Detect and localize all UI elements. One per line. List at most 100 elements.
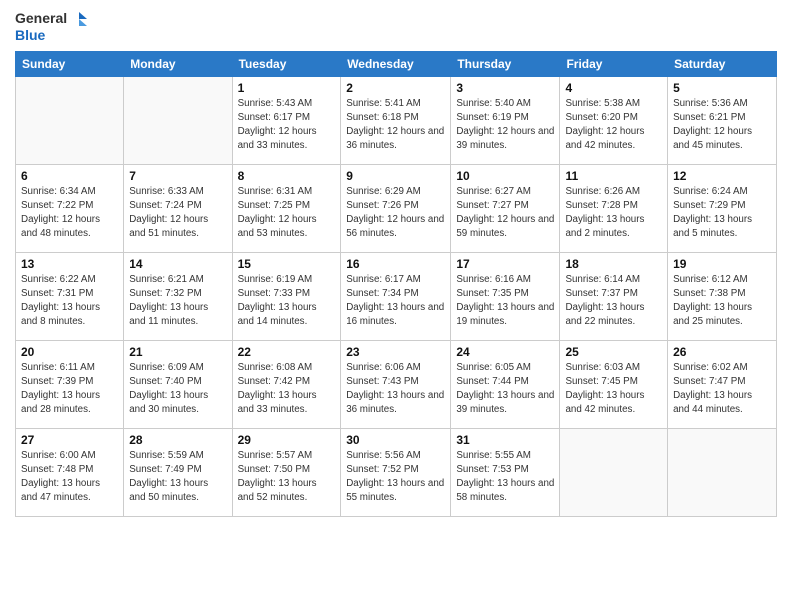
logo: General Blue	[15, 10, 87, 43]
day-cell: 8 Sunrise: 6:31 AMSunset: 7:25 PMDaylight…	[232, 165, 341, 253]
day-info: Sunrise: 6:02 AMSunset: 7:47 PMDaylight:…	[673, 361, 771, 416]
day-cell: 17Sunrise: 6:16 AMSunset: 7:35 PMDayligh…	[451, 253, 560, 341]
week-row-2: 6 Sunrise: 6:34 AMSunset: 7:22 PMDaylight…	[16, 165, 777, 253]
week-row-5: 27 Sunrise: 6:00 AMSunset: 7:48 PMDayligh…	[16, 429, 777, 517]
day-cell: 30 Sunrise: 5:56 AMSunset: 7:52 PMDayligh…	[341, 429, 451, 517]
day-number: 29	[238, 433, 336, 447]
day-info: Sunrise: 6:14 AMSunset: 7:37 PMDaylight:…	[565, 273, 662, 328]
day-cell: 9 Sunrise: 6:29 AMSunset: 7:26 PMDaylight…	[341, 165, 451, 253]
day-number: 14	[129, 257, 226, 271]
day-info: Sunrise: 6:29 AMSunset: 7:26 PMDaylight:…	[346, 185, 445, 240]
col-header-wednesday: Wednesday	[341, 52, 451, 77]
day-info: Sunrise: 6:03 AMSunset: 7:45 PMDaylight:…	[565, 361, 662, 416]
day-info: Sunrise: 6:17 AMSunset: 7:34 PMDaylight:…	[346, 273, 445, 328]
day-info: Sunrise: 6:26 AMSunset: 7:28 PMDaylight:…	[565, 185, 662, 240]
day-number: 9	[346, 169, 445, 183]
day-info: Sunrise: 5:36 AMSunset: 6:21 PMDaylight:…	[673, 97, 771, 152]
day-cell: 15Sunrise: 6:19 AMSunset: 7:33 PMDayligh…	[232, 253, 341, 341]
day-cell: 24 Sunrise: 6:05 AMSunset: 7:44 PMDayligh…	[451, 341, 560, 429]
week-row-1: 1Sunrise: 5:43 AMSunset: 6:17 PMDaylight…	[16, 77, 777, 165]
day-info: Sunrise: 6:09 AMSunset: 7:40 PMDaylight:…	[129, 361, 226, 416]
col-header-sunday: Sunday	[16, 52, 124, 77]
day-number: 15	[238, 257, 336, 271]
day-info: Sunrise: 6:11 AMSunset: 7:39 PMDaylight:…	[21, 361, 118, 416]
day-info: Sunrise: 6:08 AMSunset: 7:42 PMDaylight:…	[238, 361, 336, 416]
day-cell: 23Sunrise: 6:06 AMSunset: 7:43 PMDayligh…	[341, 341, 451, 429]
day-info: Sunrise: 6:34 AMSunset: 7:22 PMDaylight:…	[21, 185, 118, 240]
header-row: SundayMondayTuesdayWednesdayThursdayFrid…	[16, 52, 777, 77]
day-number: 17	[456, 257, 554, 271]
day-info: Sunrise: 5:57 AMSunset: 7:50 PMDaylight:…	[238, 449, 336, 504]
day-number: 1	[238, 81, 336, 95]
day-cell: 26 Sunrise: 6:02 AMSunset: 7:47 PMDayligh…	[668, 341, 777, 429]
col-header-friday: Friday	[560, 52, 668, 77]
calendar-body: 1Sunrise: 5:43 AMSunset: 6:17 PMDaylight…	[16, 77, 777, 517]
logo-text-block: General Blue	[15, 10, 87, 43]
day-number: 30	[346, 433, 445, 447]
day-number: 31	[456, 433, 554, 447]
col-header-thursday: Thursday	[451, 52, 560, 77]
day-cell: 16Sunrise: 6:17 AMSunset: 7:34 PMDayligh…	[341, 253, 451, 341]
day-number: 18	[565, 257, 662, 271]
day-number: 5	[673, 81, 771, 95]
day-info: Sunrise: 5:41 AMSunset: 6:18 PMDaylight:…	[346, 97, 445, 152]
day-number: 6	[21, 169, 118, 183]
day-cell	[16, 77, 124, 165]
day-cell: 1Sunrise: 5:43 AMSunset: 6:17 PMDaylight…	[232, 77, 341, 165]
day-number: 24	[456, 345, 554, 359]
day-number: 27	[21, 433, 118, 447]
day-number: 8	[238, 169, 336, 183]
day-cell: 4 Sunrise: 5:38 AMSunset: 6:20 PMDaylight…	[560, 77, 668, 165]
day-info: Sunrise: 5:59 AMSunset: 7:49 PMDaylight:…	[129, 449, 226, 504]
day-cell: 27 Sunrise: 6:00 AMSunset: 7:48 PMDayligh…	[16, 429, 124, 517]
day-number: 7	[129, 169, 226, 183]
day-number: 21	[129, 345, 226, 359]
day-cell: 29 Sunrise: 5:57 AMSunset: 7:50 PMDayligh…	[232, 429, 341, 517]
day-number: 11	[565, 169, 662, 183]
day-info: Sunrise: 6:24 AMSunset: 7:29 PMDaylight:…	[673, 185, 771, 240]
day-cell: 5 Sunrise: 5:36 AMSunset: 6:21 PMDaylight…	[668, 77, 777, 165]
day-info: Sunrise: 6:05 AMSunset: 7:44 PMDaylight:…	[456, 361, 554, 416]
day-cell: 3Sunrise: 5:40 AMSunset: 6:19 PMDaylight…	[451, 77, 560, 165]
day-info: Sunrise: 6:12 AMSunset: 7:38 PMDaylight:…	[673, 273, 771, 328]
day-info: Sunrise: 5:55 AMSunset: 7:53 PMDaylight:…	[456, 449, 554, 504]
day-cell: 31 Sunrise: 5:55 AMSunset: 7:53 PMDayligh…	[451, 429, 560, 517]
day-number: 13	[21, 257, 118, 271]
day-cell	[668, 429, 777, 517]
day-number: 4	[565, 81, 662, 95]
col-header-saturday: Saturday	[668, 52, 777, 77]
day-cell: 6 Sunrise: 6:34 AMSunset: 7:22 PMDaylight…	[16, 165, 124, 253]
day-cell	[560, 429, 668, 517]
week-row-4: 20Sunrise: 6:11 AMSunset: 7:39 PMDayligh…	[16, 341, 777, 429]
day-info: Sunrise: 5:56 AMSunset: 7:52 PMDaylight:…	[346, 449, 445, 504]
day-cell: 7Sunrise: 6:33 AMSunset: 7:24 PMDaylight…	[124, 165, 232, 253]
day-cell	[124, 77, 232, 165]
day-info: Sunrise: 6:31 AMSunset: 7:25 PMDaylight:…	[238, 185, 336, 240]
calendar-table: SundayMondayTuesdayWednesdayThursdayFrid…	[15, 51, 777, 517]
logo-bird-icon	[69, 10, 87, 28]
calendar-header: SundayMondayTuesdayWednesdayThursdayFrid…	[16, 52, 777, 77]
header: General Blue	[15, 10, 777, 43]
col-header-tuesday: Tuesday	[232, 52, 341, 77]
day-number: 3	[456, 81, 554, 95]
day-cell: 13 Sunrise: 6:22 AMSunset: 7:31 PMDayligh…	[16, 253, 124, 341]
page: General Blue SundayMondayTuesdayWednesda…	[0, 0, 792, 612]
day-cell: 28 Sunrise: 5:59 AMSunset: 7:49 PMDayligh…	[124, 429, 232, 517]
day-number: 26	[673, 345, 771, 359]
day-cell: 19Sunrise: 6:12 AMSunset: 7:38 PMDayligh…	[668, 253, 777, 341]
day-info: Sunrise: 5:38 AMSunset: 6:20 PMDaylight:…	[565, 97, 662, 152]
day-number: 10	[456, 169, 554, 183]
day-cell: 21 Sunrise: 6:09 AMSunset: 7:40 PMDayligh…	[124, 341, 232, 429]
day-number: 22	[238, 345, 336, 359]
logo-blue: Blue	[15, 28, 45, 43]
day-number: 12	[673, 169, 771, 183]
day-info: Sunrise: 6:22 AMSunset: 7:31 PMDaylight:…	[21, 273, 118, 328]
day-cell: 25 Sunrise: 6:03 AMSunset: 7:45 PMDayligh…	[560, 341, 668, 429]
day-cell: 10Sunrise: 6:27 AMSunset: 7:27 PMDayligh…	[451, 165, 560, 253]
day-number: 25	[565, 345, 662, 359]
logo-general: General	[15, 11, 67, 26]
day-number: 28	[129, 433, 226, 447]
day-cell: 20Sunrise: 6:11 AMSunset: 7:39 PMDayligh…	[16, 341, 124, 429]
day-info: Sunrise: 6:00 AMSunset: 7:48 PMDaylight:…	[21, 449, 118, 504]
day-info: Sunrise: 6:21 AMSunset: 7:32 PMDaylight:…	[129, 273, 226, 328]
